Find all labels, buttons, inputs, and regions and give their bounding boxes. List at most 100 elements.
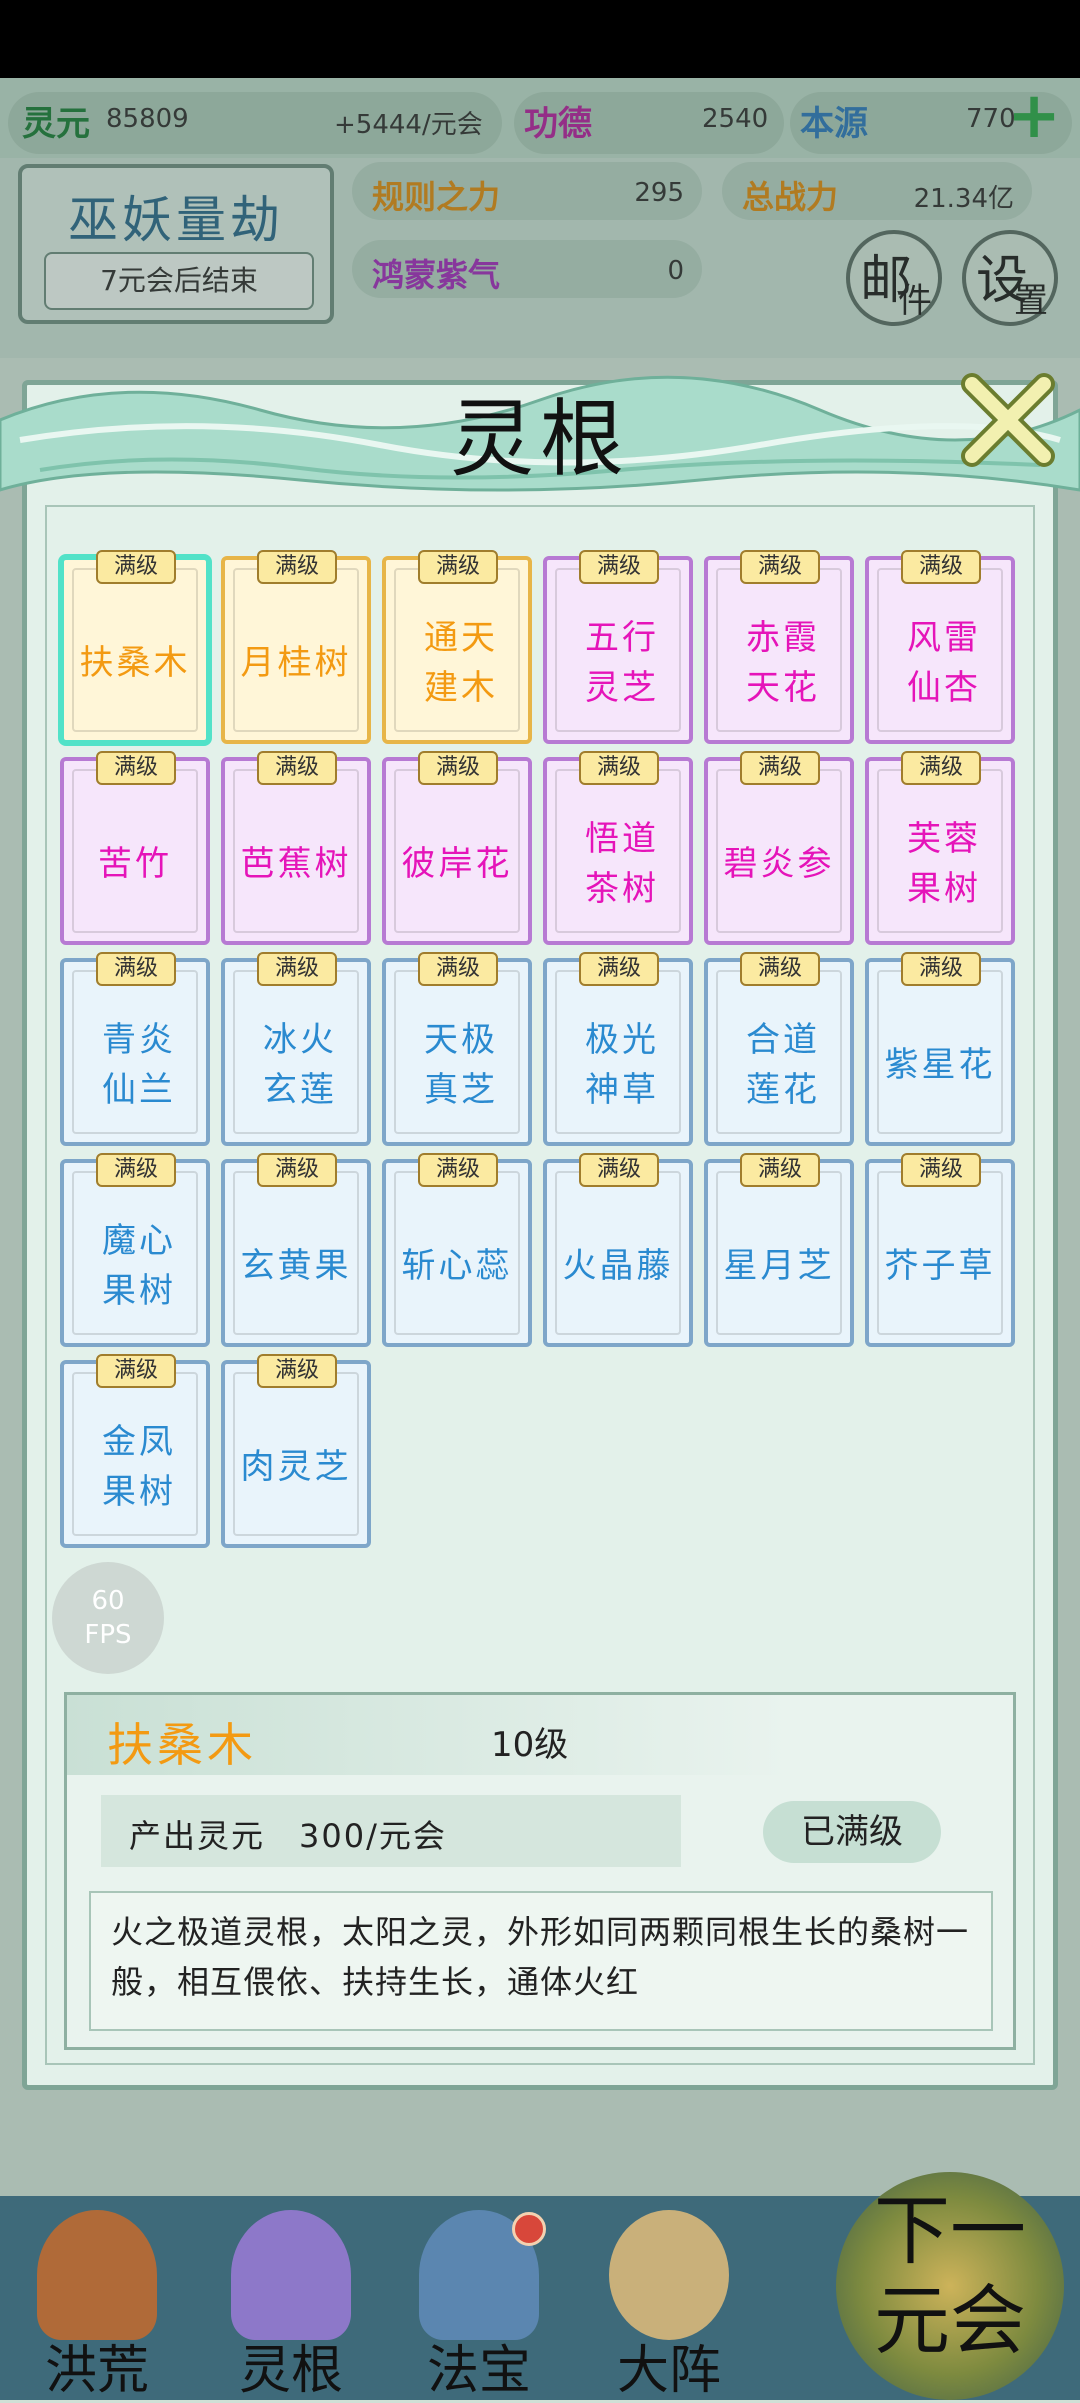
linggen-card[interactable]: 满级 紫星花 bbox=[865, 952, 1015, 1146]
output-text: 产出灵元 300/元会 bbox=[129, 1817, 447, 1855]
linggen-card[interactable]: 满级 彼岸花 bbox=[382, 751, 532, 945]
linggen-card[interactable]: 满级 魔心果树 bbox=[60, 1153, 210, 1347]
card-name: 魔心果树 bbox=[102, 1221, 176, 1311]
max-level-badge: 满级 bbox=[740, 550, 820, 584]
nav-dazhen[interactable]: 大阵 bbox=[594, 2200, 744, 2401]
linggen-card[interactable]: 满级 极光神草 bbox=[543, 952, 693, 1146]
next-line-1: 下一 bbox=[874, 2186, 1026, 2275]
linggen-card[interactable]: 满级 合道莲花 bbox=[704, 952, 854, 1146]
linggen-card[interactable]: 满级 金凤果树 bbox=[60, 1354, 210, 1548]
linggen-card[interactable]: 满级 芭蕉树 bbox=[221, 751, 371, 945]
max-level-badge: 满级 bbox=[418, 952, 498, 986]
max-level-badge: 满级 bbox=[257, 952, 337, 986]
card-name: 赤霞天花 bbox=[746, 618, 820, 708]
nav-label: 灵根 bbox=[238, 2341, 343, 2401]
linggen-card[interactable]: 满级 风雷仙杏 bbox=[865, 550, 1015, 744]
modal-title: 灵根 bbox=[449, 390, 630, 488]
output-bar: 产出灵元 300/元会 bbox=[101, 1795, 681, 1867]
max-level-badge: 满级 bbox=[579, 1153, 659, 1187]
fps-counter: 60 FPS bbox=[52, 1562, 164, 1674]
card-name: 扶桑木 bbox=[79, 643, 191, 683]
card-name: 芙蓉果树 bbox=[907, 819, 981, 909]
linggen-card[interactable]: 满级 火晶藤 bbox=[543, 1153, 693, 1347]
max-level-badge: 满级 bbox=[901, 1153, 981, 1187]
linggen-card[interactable]: 满级 苦竹 bbox=[60, 751, 210, 945]
card-name: 火晶藤 bbox=[562, 1246, 674, 1286]
card-name: 五行灵芝 bbox=[585, 618, 659, 708]
card-name: 冰火玄莲 bbox=[263, 1020, 337, 1110]
max-level-badge: 满级 bbox=[740, 952, 820, 986]
max-level-badge: 满级 bbox=[418, 1153, 498, 1187]
max-level-badge: 满级 bbox=[96, 550, 176, 584]
linggen-card[interactable]: 满级 月桂树 bbox=[221, 550, 371, 744]
card-name: 青炎仙兰 bbox=[102, 1020, 176, 1110]
max-level-badge: 满级 bbox=[579, 952, 659, 986]
linggen-card[interactable]: 满级 芙蓉果树 bbox=[865, 751, 1015, 945]
next-line-2: 元会 bbox=[874, 2276, 1026, 2365]
card-name: 斩心蕊 bbox=[401, 1246, 513, 1286]
nav-honghuang[interactable]: 洪荒 bbox=[22, 2200, 172, 2401]
linggen-card[interactable]: 满级 通天建木 bbox=[382, 550, 532, 744]
description-text: 火之极道灵根，太阳之灵，外形如同两颗同根生长的桑树一般，相互偎依、扶持生长，通体… bbox=[111, 1913, 970, 2001]
detail-panel: 扶桑木 10级 产出灵元 300/元会 已满级 火之极道灵根，太阳之灵，外形如同… bbox=[64, 1692, 1016, 2050]
card-name: 金凤果树 bbox=[102, 1422, 176, 1512]
max-level-badge: 满级 bbox=[257, 1153, 337, 1187]
linggen-card[interactable]: 满级 悟道茶树 bbox=[543, 751, 693, 945]
max-level-badge: 满级 bbox=[96, 952, 176, 986]
max-level-badge: 满级 bbox=[579, 550, 659, 584]
max-level-badge: 满级 bbox=[740, 751, 820, 785]
detail-name: 扶桑木 bbox=[107, 1718, 257, 1772]
status-bar bbox=[0, 0, 1080, 78]
linggen-card[interactable]: 满级 碧炎参 bbox=[704, 751, 854, 945]
linggen-card[interactable]: 满级 斩心蕊 bbox=[382, 1153, 532, 1347]
card-name: 彼岸花 bbox=[401, 844, 513, 884]
card-name: 月桂树 bbox=[240, 643, 352, 683]
max-level-badge: 满级 bbox=[418, 751, 498, 785]
linggen-card[interactable]: 满级 冰火玄莲 bbox=[221, 952, 371, 1146]
linggen-card[interactable]: 满级 赤霞天花 bbox=[704, 550, 854, 744]
max-level-badge: 满级 bbox=[740, 1153, 820, 1187]
card-name: 芥子草 bbox=[884, 1246, 996, 1286]
linggen-card[interactable]: 满级 星月芝 bbox=[704, 1153, 854, 1347]
linggen-card[interactable]: 满级 青炎仙兰 bbox=[60, 952, 210, 1146]
close-icon bbox=[961, 373, 1055, 467]
card-name: 天极真芝 bbox=[424, 1020, 498, 1110]
card-name: 苦竹 bbox=[98, 844, 172, 884]
max-level-badge: 满级 bbox=[96, 1354, 176, 1388]
description-box: 火之极道灵根，太阳之灵，外形如同两颗同根生长的桑树一般，相互偎依、扶持生长，通体… bbox=[89, 1891, 993, 2031]
card-name: 悟道茶树 bbox=[585, 819, 659, 909]
card-name: 紫星花 bbox=[884, 1045, 996, 1085]
nav-label: 洪荒 bbox=[44, 2341, 149, 2401]
card-name: 合道莲花 bbox=[746, 1020, 820, 1110]
max-level-badge: 满级 bbox=[257, 550, 337, 584]
card-name: 风雷仙杏 bbox=[907, 618, 981, 708]
max-level-button[interactable]: 已满级 bbox=[763, 1801, 941, 1863]
linggen-card[interactable]: 满级 肉灵芝 bbox=[221, 1354, 371, 1548]
card-name: 玄黄果 bbox=[240, 1246, 352, 1286]
linggen-card[interactable]: 满级 五行灵芝 bbox=[543, 550, 693, 744]
max-level-badge: 满级 bbox=[901, 952, 981, 986]
card-name: 极光神草 bbox=[585, 1020, 659, 1110]
max-level-badge: 满级 bbox=[901, 550, 981, 584]
max-level-badge: 满级 bbox=[96, 1153, 176, 1187]
linggen-card[interactable]: 满级 芥子草 bbox=[865, 1153, 1015, 1347]
linggen-card[interactable]: 满级 玄黄果 bbox=[221, 1153, 371, 1347]
max-level-badge: 满级 bbox=[579, 751, 659, 785]
mountain-icon bbox=[37, 2210, 157, 2340]
detail-level: 10级 bbox=[491, 1725, 569, 1765]
card-name: 肉灵芝 bbox=[240, 1447, 352, 1487]
yin-yang-icon bbox=[609, 2210, 729, 2340]
close-button[interactable] bbox=[958, 370, 1058, 470]
nav-linggen[interactable]: 灵根 bbox=[216, 2200, 366, 2401]
max-level-badge: 满级 bbox=[901, 751, 981, 785]
card-name: 星月芝 bbox=[723, 1246, 835, 1286]
max-level-badge: 满级 bbox=[257, 1354, 337, 1388]
nav-label: 法宝 bbox=[426, 2341, 531, 2401]
linggen-card[interactable]: 满级 扶桑木 bbox=[60, 550, 210, 744]
linggen-card[interactable]: 满级 天极真芝 bbox=[382, 952, 532, 1146]
card-name: 通天建木 bbox=[424, 618, 498, 708]
notification-dot bbox=[512, 2212, 546, 2246]
card-name: 碧炎参 bbox=[723, 844, 835, 884]
next-yuanhui-button[interactable]: 下一 元会 bbox=[836, 2172, 1064, 2400]
max-level-badge: 满级 bbox=[418, 550, 498, 584]
